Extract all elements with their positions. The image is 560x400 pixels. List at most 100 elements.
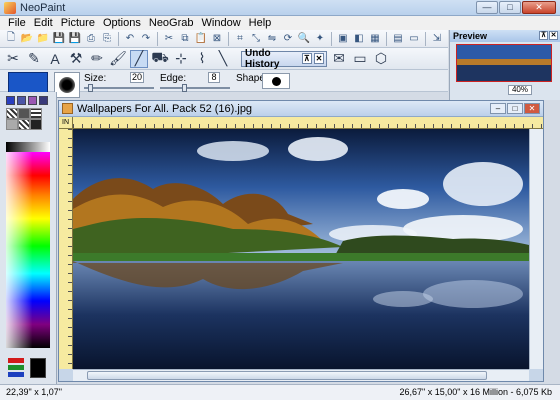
pin-icon[interactable]: ⊼: [539, 31, 548, 40]
custom-color-green[interactable]: [8, 365, 24, 370]
swatch[interactable]: [28, 96, 37, 105]
ruler-units[interactable]: IN: [59, 117, 73, 129]
filter-icon[interactable]: ▦: [368, 32, 382, 46]
doc-minimize-button[interactable]: –: [490, 103, 506, 114]
brush-tool-icon[interactable]: 🖌: [109, 50, 127, 68]
pattern[interactable]: [30, 108, 42, 119]
color-selector: [6, 356, 52, 382]
edge-value[interactable]: 8: [208, 72, 220, 83]
menu-file[interactable]: File: [4, 16, 30, 30]
close-button[interactable]: ✕: [522, 1, 556, 14]
redo-icon[interactable]: ↷: [139, 32, 153, 46]
resize-icon[interactable]: ⤡: [249, 32, 263, 46]
pattern[interactable]: [6, 108, 18, 119]
pattern[interactable]: [30, 119, 42, 130]
tools-toolbar: ✂ ✎ A ⚒ ✏ 🖌 ╱ ⛟ ⊹ ⌇ ╲ Undo History ⊼ ✕ ✉…: [0, 48, 448, 70]
custom-color-blue[interactable]: [8, 372, 24, 377]
toolbar-divider: [118, 31, 119, 46]
swatch[interactable]: [39, 96, 48, 105]
swatch[interactable]: [6, 96, 15, 105]
clear-icon[interactable]: ⊠: [210, 32, 224, 46]
color-spectrum[interactable]: [6, 152, 50, 348]
zoom-value[interactable]: 40%: [508, 85, 532, 95]
zoom-icon[interactable]: 🔍: [297, 32, 311, 46]
undo-history-panel[interactable]: Undo History ⊼ ✕: [241, 48, 327, 70]
preview-thumbnail[interactable]: [456, 44, 552, 82]
custom-color-red[interactable]: [8, 358, 24, 363]
cut-icon[interactable]: ✂: [162, 32, 176, 46]
rotate-icon[interactable]: ⟳: [281, 32, 295, 46]
rectangle-tool-icon[interactable]: ▭: [351, 50, 369, 68]
foreground-color[interactable]: [30, 358, 46, 378]
vertical-scrollbar[interactable]: [529, 129, 543, 369]
menu-picture[interactable]: Picture: [57, 16, 99, 30]
maximize-button[interactable]: □: [499, 1, 521, 14]
print-icon[interactable]: ⎙: [84, 32, 98, 46]
grayscale-icon[interactable]: ◧: [352, 32, 366, 46]
marker-tool-icon[interactable]: ╱: [130, 49, 148, 68]
close-icon[interactable]: ✕: [549, 31, 558, 40]
minimize-button[interactable]: —: [476, 1, 498, 14]
swatch-row: [6, 96, 48, 105]
pattern[interactable]: [18, 108, 30, 119]
pattern[interactable]: [6, 119, 18, 130]
stamp-tool-icon[interactable]: ⚒: [67, 50, 85, 68]
open-recent-icon[interactable]: 📁: [36, 32, 50, 46]
undo-icon[interactable]: ↶: [123, 32, 137, 46]
menu-edit[interactable]: Edit: [30, 16, 57, 30]
eyedropper-tool-icon[interactable]: ⌇: [193, 50, 211, 68]
grayscale-strip[interactable]: [6, 142, 50, 152]
image-info: 26,67" x 15,00" x 16 Million - 6,075 Kb: [399, 387, 552, 397]
toolbar-divider: [331, 31, 332, 46]
fill-tool-icon[interactable]: ⛟: [151, 49, 169, 68]
scroll-thumb[interactable]: [87, 371, 487, 380]
cursor-position: 22,39" x 1,07": [6, 387, 62, 397]
swatch[interactable]: [17, 96, 26, 105]
size-slider[interactable]: [84, 84, 154, 92]
line-tool-icon[interactable]: ╲: [214, 50, 232, 68]
pattern[interactable]: [18, 119, 30, 130]
selection-tool-icon[interactable]: ✂: [4, 50, 22, 68]
window-controls: — □ ✕: [476, 1, 556, 14]
scan-icon[interactable]: ⎘: [100, 32, 114, 46]
cube-tool-icon[interactable]: ⬡: [372, 50, 390, 68]
doc-maximize-button[interactable]: □: [507, 103, 523, 114]
pencil-tool-icon[interactable]: ✏: [88, 50, 106, 68]
horizontal-scrollbar[interactable]: [73, 369, 529, 381]
preview-panel: Preview ⊼ ✕ 40%: [449, 30, 560, 100]
pin-icon[interactable]: ⊼: [301, 53, 312, 64]
size-value[interactable]: 20: [130, 72, 144, 83]
menu-options[interactable]: Options: [99, 16, 145, 30]
export-icon[interactable]: ⇲: [430, 32, 444, 46]
spray-tool-icon[interactable]: ⊹: [172, 50, 190, 68]
close-icon[interactable]: ✕: [313, 53, 325, 64]
standard-toolbar: 🗋 📂 📁 💾 💾 ⎙ ⎘ ↶ ↷ ✂ ⧉ 📋 ⊠ ⌗ ⤡ ⇋ ⟳ 🔍 ✦ ▣ …: [0, 30, 448, 48]
image-canvas[interactable]: [73, 129, 529, 369]
copy-icon[interactable]: ⧉: [178, 32, 192, 46]
screen-capture-icon[interactable]: ▤: [391, 32, 405, 46]
brush-tip-icon: [59, 77, 75, 93]
menu-neograb[interactable]: NeoGrab: [145, 16, 198, 30]
paste-icon[interactable]: 📋: [194, 32, 208, 46]
new-file-icon[interactable]: 🗋: [4, 32, 18, 46]
edge-slider[interactable]: [160, 84, 230, 92]
monitor-icon[interactable]: ▭: [407, 32, 421, 46]
menu-window[interactable]: Window: [198, 16, 245, 30]
effects-icon[interactable]: ✦: [313, 32, 327, 46]
eraser-tool-icon[interactable]: ✎: [25, 50, 43, 68]
doc-close-button[interactable]: ✕: [524, 103, 540, 114]
open-file-icon[interactable]: 📂: [20, 32, 34, 46]
save-icon[interactable]: 💾: [52, 32, 66, 46]
text-tool-icon[interactable]: A: [46, 50, 64, 68]
window-title: NeoPaint: [20, 2, 66, 14]
brush-tip[interactable]: [54, 72, 80, 98]
document-title: Wallpapers For All. Pack 52 (16).jpg: [77, 103, 253, 115]
shape-selector[interactable]: [262, 73, 290, 89]
envelope-tool-icon[interactable]: ✉: [330, 50, 348, 68]
crop-icon[interactable]: ⌗: [233, 32, 247, 46]
color-adjust-icon[interactable]: ▣: [336, 32, 350, 46]
menu-help[interactable]: Help: [245, 16, 276, 30]
flip-icon[interactable]: ⇋: [265, 32, 279, 46]
save-as-icon[interactable]: 💾: [68, 32, 82, 46]
vertical-ruler: [59, 129, 73, 369]
